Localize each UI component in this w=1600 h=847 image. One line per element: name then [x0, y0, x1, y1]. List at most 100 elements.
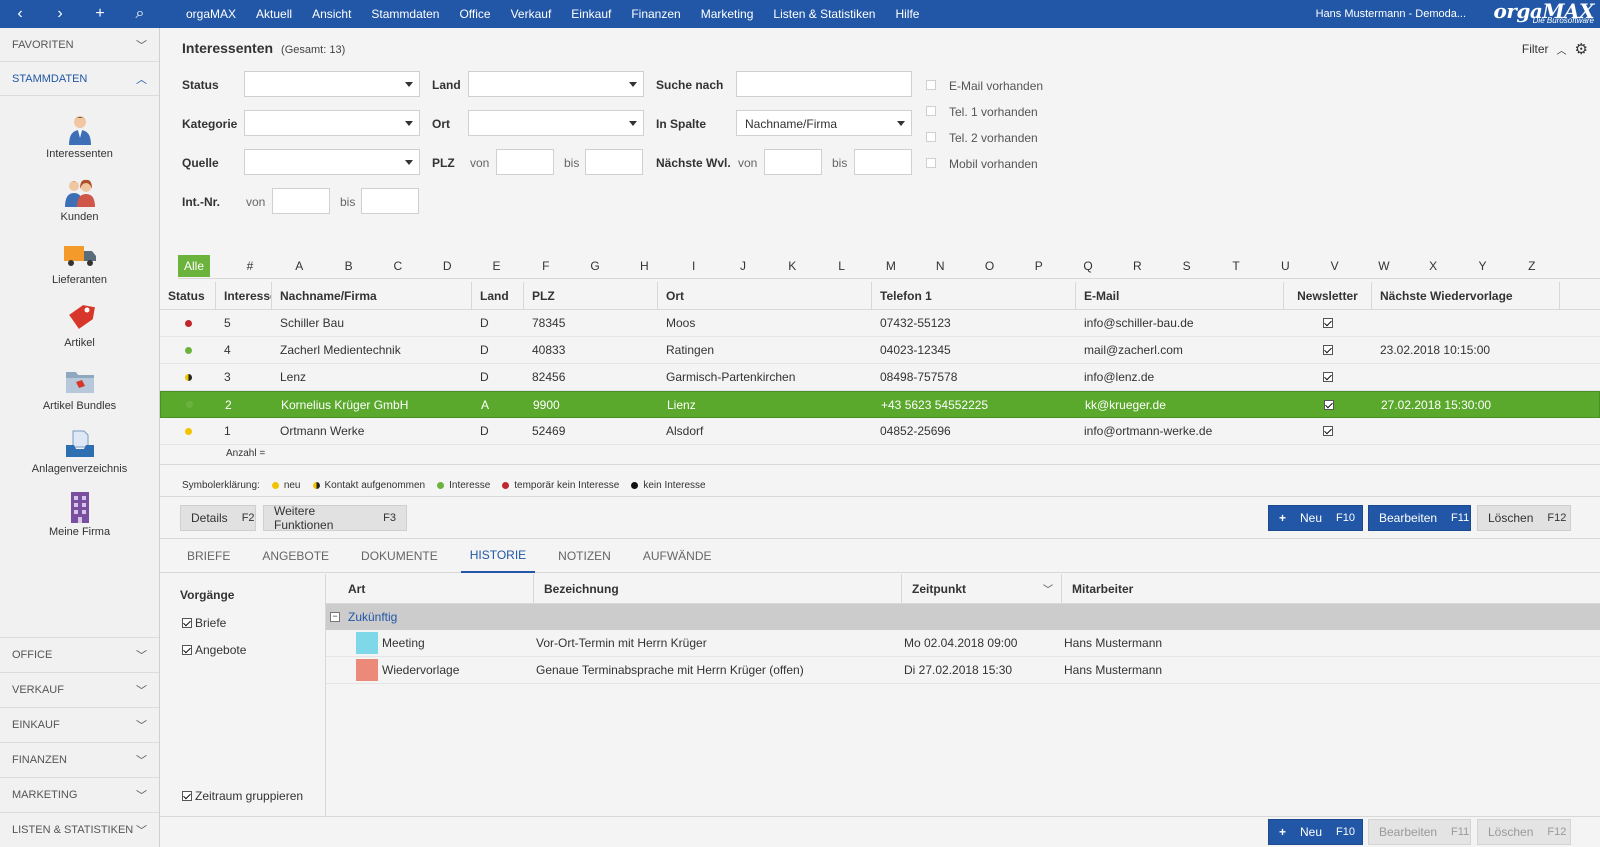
- alphabet-letter[interactable]: Q: [1080, 259, 1096, 273]
- alphabet-letter[interactable]: T: [1228, 259, 1244, 273]
- int-von-input[interactable]: [272, 188, 330, 214]
- alphabet-letter[interactable]: Z: [1524, 259, 1540, 273]
- table-row[interactable]: 3 Lenz D 82456 Garmisch-Partenkirchen 08498-7…: [160, 364, 1600, 391]
- table-row[interactable]: 4 Zacherl Medientechnik D 40833 Ratingen 0402…: [160, 337, 1600, 364]
- newsletter-checkbox[interactable]: [1324, 399, 1334, 410]
- sidebar-item-artikel[interactable]: Artikel: [0, 295, 159, 358]
- filter-toggle[interactable]: Filter ︿ ⚙: [1522, 40, 1588, 58]
- ort-select[interactable]: [468, 110, 644, 136]
- tab-angebote[interactable]: ANGEBOTE: [253, 539, 338, 573]
- alphabet-letter[interactable]: H: [636, 259, 652, 273]
- sidebar-section-finanzen[interactable]: FINANZEN ﹀: [0, 742, 159, 777]
- menu-office[interactable]: Office: [449, 7, 500, 21]
- bearbeiten-button[interactable]: Bearbeiten F11: [1368, 505, 1471, 531]
- alphabet-letter[interactable]: S: [1179, 259, 1195, 273]
- sidebar-section-office[interactable]: OFFICE ﹀: [0, 637, 159, 672]
- menu-listen-statistiken[interactable]: Listen & Statistiken: [763, 7, 885, 21]
- sidebar-item-lieferanten[interactable]: Lieferanten: [0, 232, 159, 295]
- sidebar-item-kunden[interactable]: Kunden: [0, 169, 159, 232]
- sidebar-section-verkauf[interactable]: VERKAUF ﹀: [0, 672, 159, 707]
- sidebar-section-marketing[interactable]: MARKETING ﹀: [0, 777, 159, 812]
- alphabet-letter[interactable]: N: [932, 259, 948, 273]
- column-art[interactable]: Art: [326, 574, 534, 603]
- newsletter-checkbox[interactable]: [1323, 318, 1333, 328]
- tab-historie[interactable]: HISTORIE: [460, 539, 536, 573]
- mobil-vorhanden-checkbox[interactable]: [926, 158, 936, 168]
- add-icon[interactable]: +: [80, 0, 120, 28]
- tel1-vorhanden-checkbox[interactable]: [926, 106, 936, 116]
- table-row[interactable]: 2 Kornelius Krüger GmbH A 9900 Lienz +43 5623…: [160, 391, 1600, 418]
- historie-loeschen-button[interactable]: Löschen F12: [1477, 819, 1571, 845]
- email-vorhanden-checkbox[interactable]: [926, 80, 936, 90]
- sidebar-item-meine-firma[interactable]: Meine Firma: [0, 484, 159, 547]
- details-button[interactable]: Details F2: [180, 505, 256, 531]
- wvl-bis-input[interactable]: [854, 149, 912, 175]
- column-bezeichnung[interactable]: Bezeichnung: [534, 574, 902, 603]
- search-input[interactable]: [736, 71, 912, 97]
- alphabet-letter[interactable]: M: [883, 259, 899, 273]
- alphabet-letter[interactable]: L: [834, 259, 850, 273]
- group-row-zukuenftig[interactable]: − Zukünftig: [326, 604, 1600, 630]
- in-spalte-select[interactable]: Nachname/Firma: [736, 110, 912, 136]
- land-select[interactable]: [468, 71, 644, 97]
- tab-notizen[interactable]: NOTIZEN: [549, 539, 620, 573]
- column-mitarbeiter[interactable]: Mitarbeiter: [1062, 574, 1600, 603]
- column-telefon[interactable]: Telefon 1: [872, 282, 1076, 309]
- column-status[interactable]: Status: [160, 282, 216, 309]
- alphabet-letter[interactable]: A: [291, 259, 307, 273]
- plz-bis-input[interactable]: [585, 149, 643, 175]
- menu-verkauf[interactable]: Verkauf: [501, 7, 562, 21]
- alphabet-letter[interactable]: U: [1277, 259, 1293, 273]
- sidebar-section-stammdaten[interactable]: STAMMDATEN ︿: [0, 62, 159, 96]
- kategorie-select[interactable]: [244, 110, 420, 136]
- briefe-checkbox[interactable]: Briefe: [182, 616, 226, 630]
- column-interesse[interactable]: Interesse: [216, 282, 272, 309]
- historie-row[interactable]: Meeting Vor-Ort-Termin mit Herrn Krüger Mo…: [326, 630, 1600, 657]
- newsletter-checkbox[interactable]: [1323, 345, 1333, 355]
- column-plz[interactable]: PLZ: [524, 282, 658, 309]
- tab-dokumente[interactable]: DOKUMENTE: [352, 539, 447, 573]
- loeschen-button[interactable]: Löschen F12: [1477, 505, 1571, 531]
- gear-icon[interactable]: ⚙: [1575, 40, 1588, 58]
- table-row[interactable]: 5 Schiller Bau D 78345 Moos 07432-55123 info@s…: [160, 310, 1600, 337]
- sidebar-item-interessenten[interactable]: Interessenten: [0, 106, 159, 169]
- alphabet-letter[interactable]: J: [735, 259, 751, 273]
- alphabet-letter[interactable]: B: [341, 259, 357, 273]
- alphabet-letter[interactable]: O: [982, 259, 998, 273]
- plz-von-input[interactable]: [496, 149, 554, 175]
- historie-neu-button[interactable]: + Neu F10: [1268, 819, 1363, 845]
- back-icon[interactable]: ‹: [0, 0, 40, 28]
- quelle-select[interactable]: [244, 149, 420, 175]
- sidebar-section-favoriten[interactable]: FAVORITEN ﹀: [0, 28, 159, 62]
- alphabet-letter[interactable]: V: [1327, 259, 1343, 273]
- sidebar-section-einkauf[interactable]: EINKAUF ﹀: [0, 707, 159, 742]
- menu-einkauf[interactable]: Einkauf: [561, 7, 621, 21]
- column-email[interactable]: E-Mail: [1076, 282, 1284, 309]
- neu-button[interactable]: + Neu F10: [1268, 505, 1363, 531]
- alphabet-letter[interactable]: Y: [1475, 259, 1491, 273]
- angebote-checkbox[interactable]: Angebote: [182, 643, 246, 657]
- menu-orgamax[interactable]: orgaMAX: [176, 7, 246, 21]
- search-icon[interactable]: ⌕: [120, 0, 160, 28]
- alphabet-letter[interactable]: D: [439, 259, 455, 273]
- menu-aktuell[interactable]: Aktuell: [246, 7, 302, 21]
- alphabet-all-button[interactable]: Alle: [178, 255, 210, 277]
- int-bis-input[interactable]: [361, 188, 419, 214]
- wvl-von-input[interactable]: [764, 149, 822, 175]
- sidebar-item-artikel-bundles[interactable]: Artikel Bundles: [0, 358, 159, 421]
- alphabet-letter[interactable]: K: [784, 259, 800, 273]
- column-newsletter[interactable]: Newsletter: [1284, 282, 1372, 309]
- alphabet-letter[interactable]: I: [686, 259, 702, 273]
- zeitraum-gruppieren-checkbox[interactable]: Zeitraum gruppieren: [182, 789, 303, 803]
- menu-stammdaten[interactable]: Stammdaten: [361, 7, 449, 21]
- forward-icon[interactable]: ›: [40, 0, 80, 28]
- status-select[interactable]: [244, 71, 420, 97]
- weitere-funktionen-button[interactable]: Weitere Funktionen F3: [263, 504, 407, 532]
- column-ort[interactable]: Ort: [658, 282, 872, 309]
- tab-aufwaende[interactable]: AUFWÄNDE: [634, 539, 721, 573]
- historie-row[interactable]: Wiedervorlage Genaue Terminabsprache mit …: [326, 657, 1600, 684]
- alphabet-letter[interactable]: G: [587, 259, 603, 273]
- tel2-vorhanden-checkbox[interactable]: [926, 132, 936, 142]
- column-name[interactable]: Nachname/Firma: [272, 282, 472, 309]
- menu-marketing[interactable]: Marketing: [691, 7, 764, 21]
